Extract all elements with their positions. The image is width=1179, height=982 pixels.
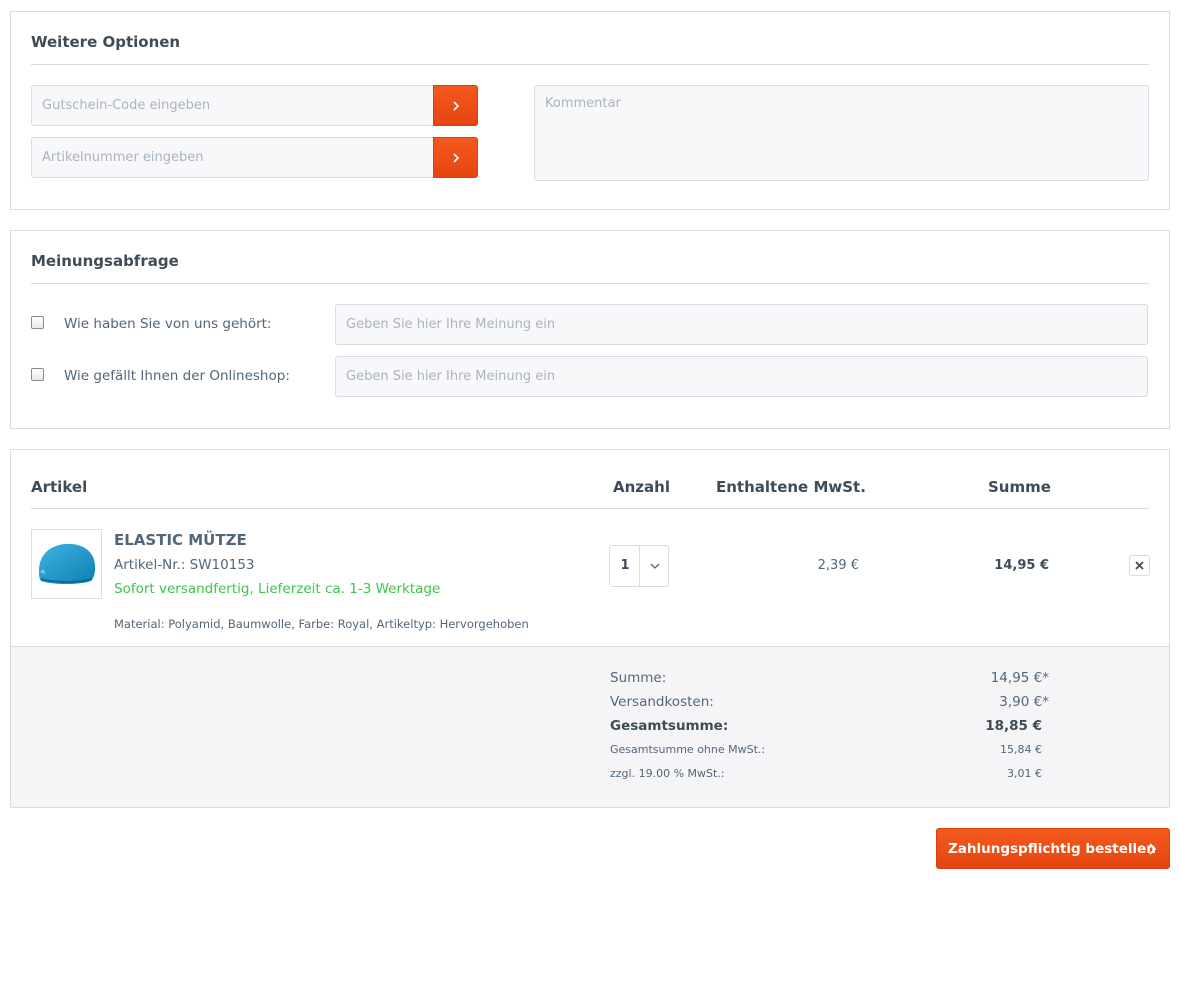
totals-label: Gesamtsumme ohne MwSt.: (610, 743, 766, 756)
totals-value: 14,95 €* (990, 670, 1049, 686)
survey-answer-input[interactable] (335, 304, 1148, 345)
place-order-button[interactable]: Zahlungspflichtig bestellen (936, 828, 1170, 869)
product-name[interactable]: ELASTIC MÜTZE (114, 531, 247, 549)
beanie-image (38, 543, 95, 584)
quantity-value: 1 (620, 558, 630, 573)
totals-label: Summe: (610, 670, 667, 686)
column-header-sum: Summe (988, 478, 1051, 496)
survey-question: Wie haben Sie von uns gehört: (31, 304, 1149, 345)
column-header-article: Artikel (31, 478, 88, 496)
article-number-form (31, 137, 478, 178)
divider (31, 508, 1149, 509)
article-number-submit-button[interactable] (433, 137, 478, 178)
totals-value: 3,01 € (1007, 767, 1042, 780)
column-header-tax: Enthaltene MwSt. (716, 478, 866, 496)
comment-textarea[interactable] (534, 85, 1149, 181)
totals-label-grand: Gesamtsumme: (610, 718, 729, 734)
chevron-right-icon (1149, 843, 1157, 855)
item-tax: 2,39 € (817, 558, 859, 573)
chevron-right-icon (452, 100, 459, 111)
delivery-status: Sofort versandfertig, Lieferzeit ca. 1-3… (114, 581, 441, 597)
totals-value-grand: 18,85 € (985, 718, 1042, 734)
item-sum: 14,95 € (994, 558, 1049, 573)
chevron-right-icon (452, 152, 459, 163)
survey-question-label: Wie gefällt Ihnen der Onlineshop: (64, 368, 290, 384)
voucher-submit-button[interactable] (433, 85, 478, 126)
close-icon (1135, 561, 1144, 570)
article-number-input[interactable] (31, 137, 433, 178)
totals-label: Versandkosten: (610, 694, 714, 710)
product-attributes: Material: Polyamid, Baumwolle, Farbe: Ro… (114, 617, 529, 631)
survey-answer-input[interactable] (335, 356, 1148, 397)
chevron-down-icon (640, 546, 669, 586)
quantity-select[interactable]: 1 (609, 545, 669, 587)
further-options-title: Weitere Optionen (31, 33, 181, 51)
cart-totals: Summe: 14,95 €* Versandkosten: 3,90 €* G… (11, 646, 1169, 807)
voucher-form (31, 85, 478, 126)
divider (31, 283, 1149, 284)
remove-item-button[interactable] (1129, 555, 1150, 576)
product-thumbnail[interactable] (31, 529, 102, 599)
survey-checkbox[interactable] (31, 316, 44, 329)
voucher-code-input[interactable] (31, 85, 433, 126)
survey-question: Wie gefällt Ihnen der Onlineshop: (31, 356, 1149, 397)
survey-panel: Meinungsabfrage Wie haben Sie von uns ge… (10, 230, 1170, 429)
column-header-quantity: Anzahl (613, 478, 670, 496)
divider (31, 64, 1149, 65)
totals-value: 15,84 € (1000, 743, 1042, 756)
survey-checkbox[interactable] (31, 368, 44, 381)
further-options-panel: Weitere Optionen (10, 11, 1170, 210)
totals-label: zzgl. 19.00 % MwSt.: (610, 767, 725, 780)
cart-panel: Artikel Anzahl Enthaltene MwSt. Summe EL… (10, 449, 1170, 808)
place-order-label: Zahlungspflichtig bestellen (948, 840, 1156, 857)
survey-title: Meinungsabfrage (31, 252, 179, 270)
totals-value: 3,90 €* (999, 694, 1049, 710)
product-sku: Artikel-Nr.: SW10153 (114, 557, 255, 573)
survey-question-label: Wie haben Sie von uns gehört: (64, 316, 272, 332)
